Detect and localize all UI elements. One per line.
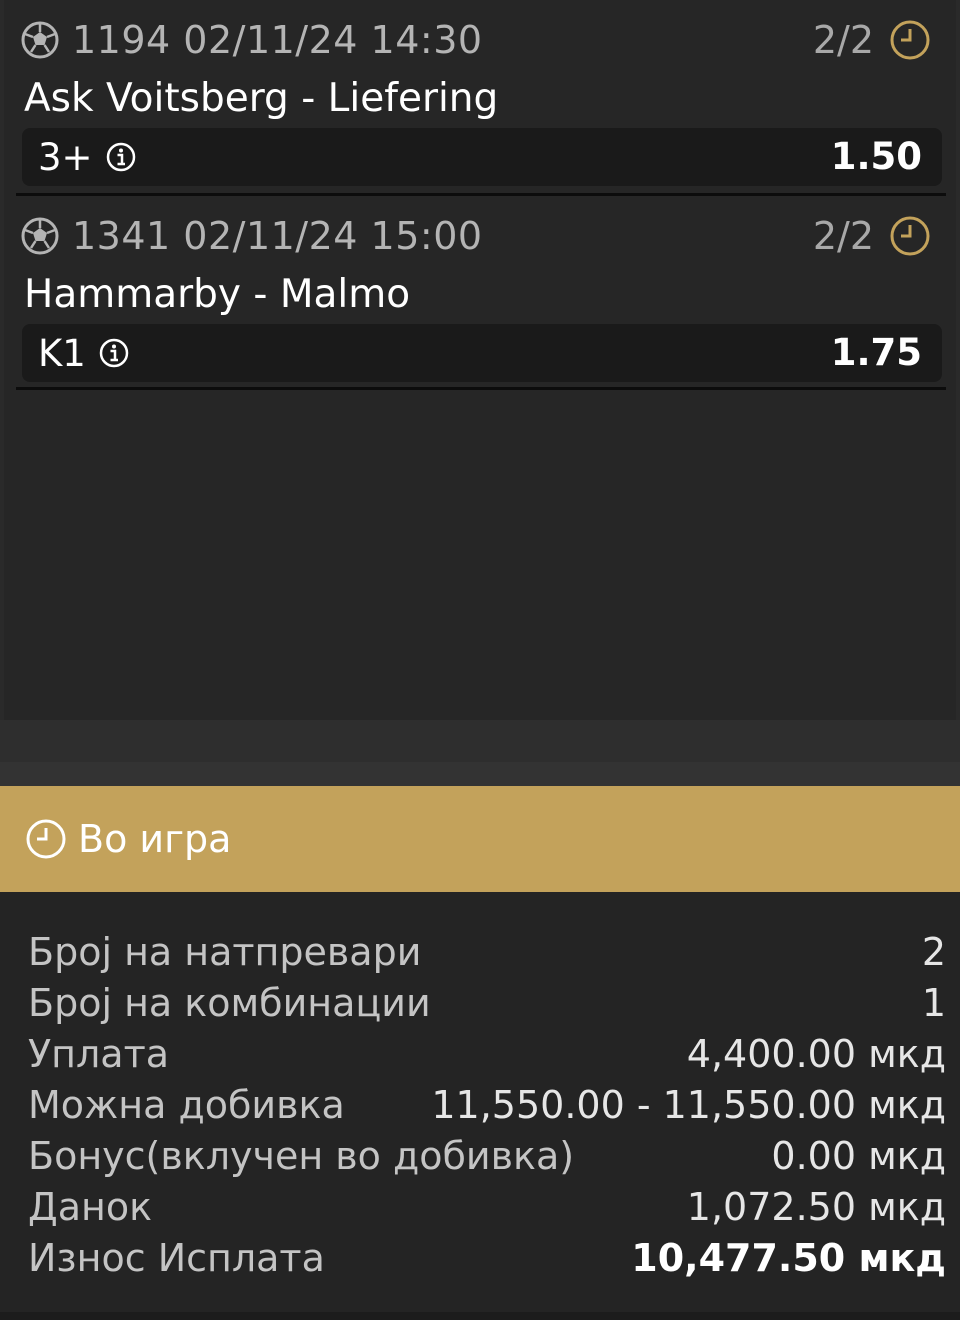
spacer [0,720,960,762]
divider [16,387,946,390]
pick-row[interactable]: 3+ 1.50 [22,128,942,186]
summary-row-payout: Износ Исплата 10,477.50 мкд [28,1232,946,1284]
summary-row-matches: Број на натпревари 2 [28,926,946,978]
soccer-ball-icon [18,214,62,258]
summary-label: Данок [28,1185,153,1229]
summary-value: 1,072.50 мкд [686,1185,946,1229]
summary-value: 1 [921,981,946,1025]
odds-value: 1.50 [830,135,922,178]
clock-icon [888,18,932,62]
summary-label: Број на комбинации [28,981,431,1025]
summary-label: Број на натпревари [28,930,422,974]
summary-value: 4,400.00 мкд [686,1032,946,1076]
match-meta-row: 1194 02/11/24 14:30 2/2 [16,18,946,62]
match-item[interactable]: 1194 02/11/24 14:30 2/2 Ask Voitsberg - … [16,0,946,196]
match-meta: 1341 02/11/24 15:00 [72,214,483,258]
match-status: 2/2 [813,18,932,62]
summary-value: 10,477.50 мкд [631,1236,946,1280]
summary-row-combinations: Број на комбинации 1 [28,977,946,1029]
status-banner-label: Во игра [78,817,232,861]
pick-label: 3+ [38,135,93,179]
matches-list: 1194 02/11/24 14:30 2/2 Ask Voitsberg - … [4,0,956,720]
status-banner: Во игра [0,786,960,892]
summary-label: Бонус(вклучен во добивка) [28,1134,575,1178]
summary-label: Можна добивка [28,1083,345,1127]
clock-icon [24,817,68,861]
summary-row-tax: Данок 1,072.50 мкд [28,1181,946,1233]
pick-row[interactable]: K1 1.75 [22,324,942,382]
ticket-summary: Број на натпревари 2 Број на комбинации … [0,892,960,1320]
summary-row-stake: Уплата 4,400.00 мкд [28,1028,946,1080]
summary-row-possible-win: Можна добивка 11,550.00 - 11,550.00 мкд [28,1079,946,1131]
match-teams: Ask Voitsberg - Liefering [24,76,499,121]
match-item[interactable]: 1341 02/11/24 15:00 2/2 Hammarby - Malmo… [16,196,946,390]
summary-value: 11,550.00 - 11,550.00 мкд [431,1083,946,1127]
footer-edge [0,1312,960,1320]
pick-label: K1 [38,331,86,375]
match-status: 2/2 [813,214,932,258]
matches-panel: 1194 02/11/24 14:30 2/2 Ask Voitsberg - … [0,0,960,720]
summary-label: Уплата [28,1032,169,1076]
info-icon[interactable] [98,337,130,369]
summary-label: Износ Исплата [28,1236,325,1280]
clock-icon [888,214,932,258]
odds-value: 1.75 [830,331,922,374]
match-meta-row: 1341 02/11/24 15:00 2/2 [16,214,946,258]
info-icon[interactable] [105,141,137,173]
spacer [0,762,960,786]
summary-row-bonus: Бонус(вклучен во добивка) 0.00 мкд [28,1130,946,1182]
match-meta: 1194 02/11/24 14:30 [72,18,483,62]
match-teams: Hammarby - Malmo [24,272,411,317]
match-status-text: 2/2 [812,214,874,258]
match-status-text: 2/2 [812,18,874,62]
summary-value: 0.00 мкд [771,1134,946,1178]
summary-value: 2 [921,930,946,974]
soccer-ball-icon [18,18,62,62]
